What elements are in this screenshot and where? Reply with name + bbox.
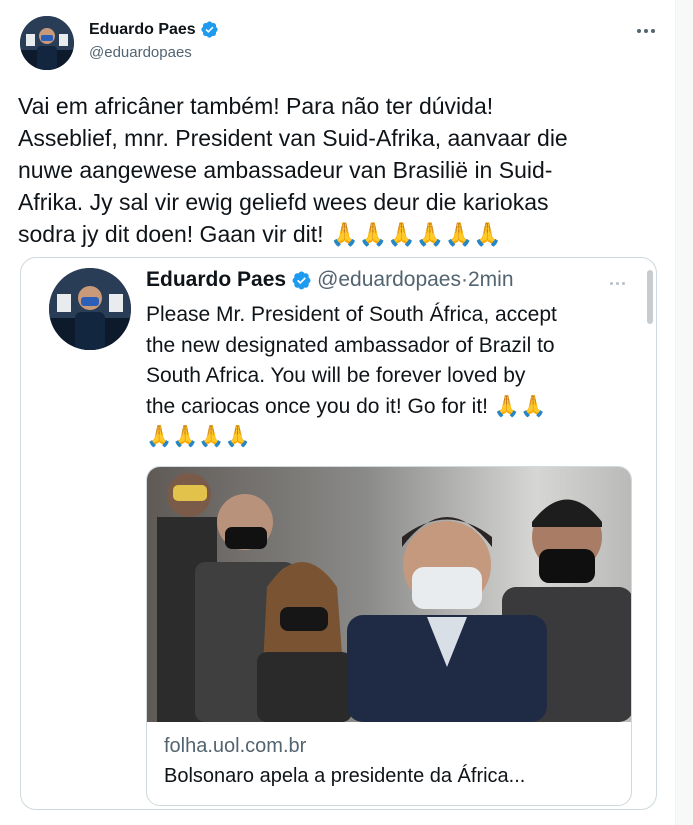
more-options-icon <box>637 29 655 33</box>
author-avatar[interactable] <box>20 16 74 70</box>
author-name-text[interactable]: Eduardo Paes <box>89 21 196 39</box>
author-name[interactable]: Eduardo Paes <box>89 20 219 39</box>
tweet-text: Vai em africâner também! Para não ter dú… <box>18 93 568 247</box>
quoted-text: Please Mr. President of South África, ac… <box>146 303 557 448</box>
link-card[interactable]: folha.uol.com.br Bolsonaro apela a presi… <box>146 466 632 806</box>
author-handle[interactable]: @eduardopaes <box>89 44 192 61</box>
more-options-button[interactable] <box>628 20 664 42</box>
tweet: Eduardo Paes @eduardopaes Vai em africân… <box>0 0 676 825</box>
link-card-photo <box>147 467 631 722</box>
quoted-more-button[interactable] <box>604 276 630 290</box>
link-domain: folha.uol.com.br <box>164 735 307 757</box>
quoted-author-avatar[interactable] <box>49 268 131 350</box>
more-options-icon <box>609 281 625 285</box>
verified-badge-icon <box>201 21 218 38</box>
scrollbar-thumb[interactable] <box>647 270 653 324</box>
quoted-author-name[interactable]: Eduardo Paes <box>146 268 286 292</box>
quoted-tweet[interactable]: Eduardo Paes @eduardopaes · 2min Please … <box>20 257 657 810</box>
quoted-time[interactable]: 2min <box>468 268 514 292</box>
quoted-separator: · <box>461 268 468 291</box>
quoted-author-handle[interactable]: @eduardopaes <box>317 268 461 292</box>
verified-badge-icon <box>292 271 311 289</box>
quoted-header: Eduardo Paes @eduardopaes · 2min <box>146 268 514 292</box>
link-title[interactable]: Bolsonaro apela a presidente da África..… <box>164 765 525 788</box>
